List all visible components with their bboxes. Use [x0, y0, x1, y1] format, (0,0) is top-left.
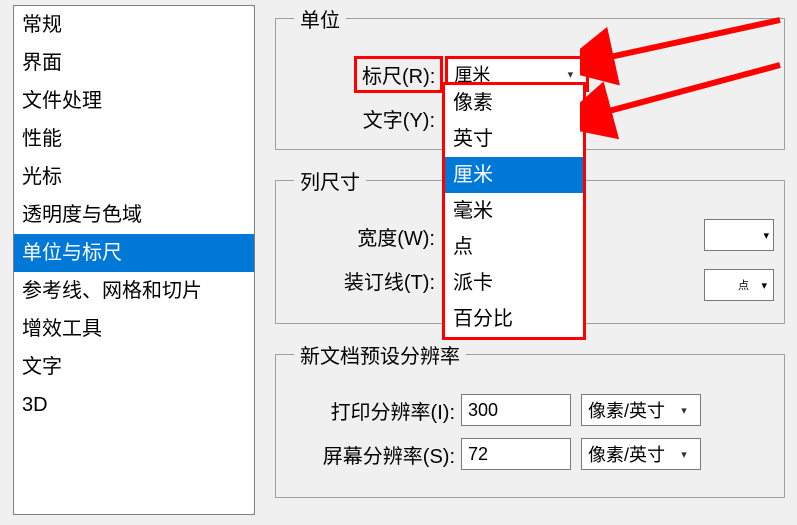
sidebar-item-file-handling[interactable]: 文件处理 — [14, 82, 254, 120]
chevron-down-icon: ▾ — [763, 229, 769, 242]
sidebar-item-performance[interactable]: 性能 — [14, 120, 254, 158]
column-width-unit-select[interactable]: ▾ — [704, 219, 774, 251]
new-doc-legend: 新文档预设分辨率 — [294, 340, 466, 369]
sidebar-item-units-rulers[interactable]: 单位与标尺 — [14, 234, 254, 272]
ruler-units-dropdown: 像素 英寸 厘米 毫米 点 派卡 百分比 — [444, 84, 584, 338]
screen-resolution-input[interactable]: 72 — [461, 438, 571, 470]
sidebar-item-transparency[interactable]: 透明度与色域 — [14, 196, 254, 234]
screen-resolution-label: 屏幕分辨率(S): — [286, 440, 461, 469]
dropdown-option-inches[interactable]: 英寸 — [445, 121, 583, 157]
dropdown-option-percent[interactable]: 百分比 — [445, 301, 583, 337]
new-doc-resolution-group: 新文档预设分辨率 打印分辨率(I): 300 像素/英寸 ▾ 屏幕分辨率(S):… — [275, 340, 785, 498]
sidebar-item-plugins[interactable]: 增效工具 — [14, 310, 254, 348]
screen-resolution-unit-select[interactable]: 像素/英寸 ▾ — [581, 438, 701, 470]
print-resolution-value: 300 — [468, 400, 498, 421]
print-unit-value: 像素/英寸 — [588, 397, 665, 423]
preferences-sidebar: 常规 界面 文件处理 性能 光标 透明度与色域 单位与标尺 参考线、网格和切片 … — [13, 5, 255, 515]
print-resolution-input[interactable]: 300 — [461, 394, 571, 426]
dropdown-option-points[interactable]: 点 — [445, 229, 583, 265]
screen-resolution-value: 72 — [468, 444, 488, 465]
sidebar-item-3d[interactable]: 3D — [14, 386, 254, 424]
dropdown-option-mm[interactable]: 毫米 — [445, 193, 583, 229]
dropdown-option-picas[interactable]: 派卡 — [445, 265, 583, 301]
chevron-down-icon: ▾ — [761, 279, 767, 292]
sidebar-item-general[interactable]: 常规 — [14, 6, 254, 44]
chevron-down-icon: ▾ — [672, 395, 696, 425]
text-units-label: 文字(Y): — [286, 104, 441, 133]
ruler-label: 标尺(R): — [356, 58, 441, 91]
dropdown-option-pixels[interactable]: 像素 — [445, 85, 583, 121]
sidebar-item-type[interactable]: 文字 — [14, 348, 254, 386]
sidebar-item-guides-grid[interactable]: 参考线、网格和切片 — [14, 272, 254, 310]
print-resolution-unit-select[interactable]: 像素/英寸 ▾ — [581, 394, 701, 426]
print-resolution-label: 打印分辨率(I): — [286, 396, 461, 425]
column-width-label: 宽度(W): — [286, 222, 441, 251]
gutter-label: 装订线(T): — [286, 266, 441, 295]
chevron-down-icon: ▾ — [672, 439, 696, 469]
sidebar-item-cursors[interactable]: 光标 — [14, 158, 254, 196]
column-size-legend: 列尺寸 — [294, 166, 366, 195]
gutter-unit-select[interactable]: 点 ▾ — [704, 269, 774, 301]
units-legend: 单位 — [294, 4, 346, 33]
sidebar-item-interface[interactable]: 界面 — [14, 44, 254, 82]
dropdown-option-cm[interactable]: 厘米 — [445, 157, 583, 193]
screen-unit-value: 像素/英寸 — [588, 441, 665, 467]
